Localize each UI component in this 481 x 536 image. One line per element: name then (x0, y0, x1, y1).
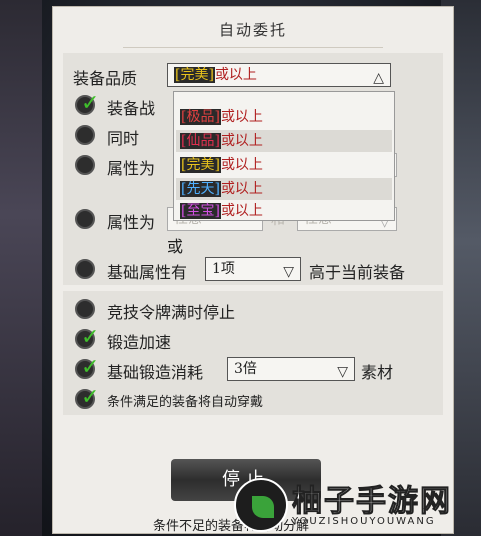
leaf-icon (252, 496, 274, 518)
quality-bracket: [完美] (174, 67, 215, 83)
title-divider (123, 47, 383, 48)
attr2-label: 属性为 (107, 213, 156, 232)
base-attr-value: 1项 (212, 261, 235, 277)
quality-option[interactable]: [先天]或以上 (176, 178, 392, 200)
background-left-edge (0, 0, 42, 536)
option-bracket: [完美] (180, 157, 221, 173)
check-icon: ✓ (81, 325, 100, 350)
check-icon: ✓ (81, 91, 100, 116)
option-suffix: 或以上 (220, 157, 263, 173)
base-forge-label: 基础锻造消耗 (107, 363, 204, 382)
watermark: 柚子手游网 YOUZISHOUYOUWANG (232, 470, 480, 536)
base-forge-checkbox[interactable]: ✓ (75, 355, 99, 380)
forge-speed-label: 锻造加速 (107, 333, 172, 352)
base-forge-dropdown[interactable]: 3倍 ▽ (227, 357, 355, 381)
option-suffix: 或以上 (220, 133, 263, 149)
triangle-down-icon: ▽ (337, 364, 348, 380)
watermark-logo (234, 478, 288, 532)
quality-option[interactable]: [至宝]或以上 (176, 200, 392, 222)
arena-stop-label: 竞技令牌满时停止 (107, 303, 236, 322)
base-attr-radio[interactable] (75, 259, 95, 279)
base-forge-suffix: 素材 (361, 363, 394, 382)
option-bracket: [至宝] (180, 203, 221, 219)
watermark-subtext: YOUZISHOUYOUWANG (292, 516, 436, 527)
forge-section: 竞技令牌满时停止 ✓ 锻造加速 ✓ 基础锻造消耗 3倍 ▽ 素材 ✓ 条件满足的… (63, 291, 443, 415)
watermark-text: 柚子手游网 (292, 484, 452, 520)
quality-dropdown-menu: [极品]或以上 [仙品]或以上 [完美]或以上 [先天]或以上 [至宝]或以上 (173, 91, 395, 221)
quality-suffix: 或以上 (214, 67, 257, 83)
base-forge-value: 3倍 (234, 361, 257, 377)
auto-equip-checkbox[interactable]: ✓ (75, 385, 99, 410)
arena-stop-radio[interactable] (75, 299, 95, 319)
attr1-label: 属性为 (107, 159, 156, 178)
check-icon: ✓ (81, 385, 100, 410)
base-attr-dropdown[interactable]: 1项 ▽ (205, 257, 301, 281)
same-time-radio[interactable] (75, 125, 95, 145)
or-label: 或 (167, 237, 184, 256)
triangle-down-icon: ▽ (283, 264, 294, 280)
base-attr-label: 基础属性有 (107, 263, 188, 282)
base-attr-suffix: 高于当前装备 (309, 263, 406, 282)
check-icon: ✓ (81, 355, 100, 380)
quality-option[interactable]: [仙品]或以上 (176, 130, 392, 152)
option-suffix: 或以上 (220, 181, 263, 197)
equip-war-label: 装备战 (107, 99, 156, 118)
quality-option[interactable]: [极品]或以上 (176, 106, 392, 128)
panel-title: 自动委托 (218, 21, 287, 39)
triangle-up-icon: △ (373, 70, 384, 86)
option-bracket: [极品] (180, 109, 221, 125)
option-bracket: [先天] (180, 181, 221, 197)
quality-option[interactable]: [完美]或以上 (176, 154, 392, 176)
auto-equip-label: 条件满足的装备将自动穿戴 (107, 395, 264, 410)
same-time-label: 同时 (107, 129, 140, 148)
attr2-radio[interactable] (75, 209, 95, 229)
auto-commission-panel: 自动委托 装备品质 [完美]或以上 △ ✓ 装备战 正 同时 属性为 和 任意 … (52, 6, 454, 534)
option-suffix: 或以上 (220, 109, 263, 125)
attr1-radio[interactable] (75, 155, 95, 175)
quality-dropdown[interactable]: [完美]或以上 △ (167, 63, 391, 87)
option-bracket: [仙品] (180, 133, 221, 149)
equip-war-checkbox[interactable]: ✓ (75, 91, 99, 116)
option-suffix: 或以上 (220, 203, 263, 219)
quality-label: 装备品质 (73, 69, 138, 88)
forge-speed-checkbox[interactable]: ✓ (75, 325, 99, 350)
